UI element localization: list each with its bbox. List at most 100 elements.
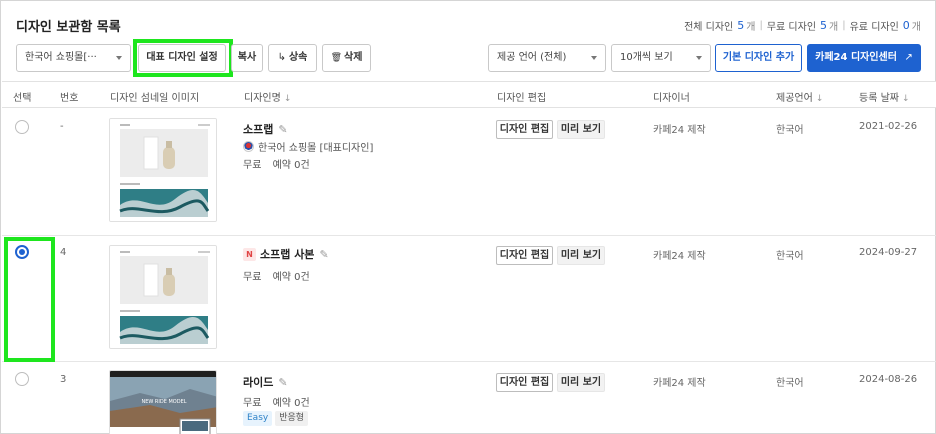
design-mall-text: 한국어 쇼핑몰 [대표디자인] [258, 143, 374, 154]
thumbnail-image: NEW RIDE MODEL [110, 371, 216, 434]
design-edit-button[interactable]: 디자인 편집 [496, 120, 553, 139]
col-language[interactable]: 제공언어 ↓ [776, 89, 823, 104]
count-total-unit: 개 [746, 22, 756, 33]
row-language: 한국어 [776, 251, 804, 262]
row-date: 2021-02-26 [859, 121, 918, 132]
thumbnail-image [110, 246, 216, 348]
design-thumbnail[interactable]: NEW RIDE MODEL [109, 370, 217, 434]
delete-button[interactable]: 🗑 삭제 [322, 44, 371, 72]
sort-icon: ↓ [901, 94, 910, 104]
thumbnail-hero-text: NEW RIDE MODEL [141, 399, 186, 405]
count-free-unit: 개 [829, 22, 839, 33]
row-number: - [60, 121, 64, 132]
edit-name-pencil-icon[interactable]: ✎ [278, 123, 287, 136]
edit-name-pencil-icon[interactable]: ✎ [278, 376, 287, 389]
design-edit-button[interactable]: 디자인 편집 [496, 246, 553, 265]
preview-button[interactable]: 미리 보기 [557, 373, 605, 392]
highlight-box-set-default [133, 39, 233, 77]
korea-flag-icon [243, 141, 254, 152]
sort-icon: ↓ [283, 94, 292, 104]
edit-name-pencil-icon[interactable]: ✎ [319, 248, 328, 261]
count-total-value: 5 [737, 19, 745, 32]
row-select-radio[interactable] [15, 372, 29, 386]
design-price-info: 무료 예약 0건 [243, 156, 310, 171]
design-tags: Easy 반응형 [243, 411, 311, 426]
design-counts: 전체 디자인 5 개 | 무료 디자인 5 개 | 유료 디자인 0 개 [684, 18, 921, 33]
inherit-button[interactable]: ↳ 상속 [268, 44, 317, 72]
count-paid-label: 유료 디자인 [849, 22, 899, 33]
row-date: 2024-08-26 [859, 374, 918, 385]
preview-button[interactable]: 미리 보기 [557, 246, 605, 265]
design-reservation: 예약 0건 [272, 272, 310, 283]
tag-responsive: 반응형 [275, 411, 309, 426]
count-free-value: 5 [820, 19, 828, 32]
design-price: 무료 [243, 398, 262, 409]
copy-button[interactable]: 복사 [231, 44, 263, 72]
count-free-label: 무료 디자인 [766, 22, 817, 33]
row-number: 3 [60, 374, 67, 385]
design-price-info: 무료 예약 0건 [243, 394, 310, 409]
col-number: 번호 [60, 93, 79, 104]
count-paid-unit: 개 [911, 22, 921, 33]
design-name: 라이드 ✎ [243, 374, 288, 390]
language-select-value: 제공 언어 (전체) [497, 52, 567, 63]
row-designer: 카페24 제작 [653, 125, 706, 136]
sort-icon: ↓ [815, 94, 824, 104]
table-header: 선택 번호 디자인 섬네일 이미지 디자인명 ↓ 디자인 편집 디자이너 제공언어… [2, 81, 936, 108]
count-total-label: 전체 디자인 [684, 22, 734, 33]
language-select[interactable]: 제공 언어 (전체) [488, 44, 606, 72]
row-number: 4 [60, 247, 67, 258]
design-mall-info: 한국어 쇼핑몰 [대표디자인] [243, 139, 373, 154]
design-thumbnail[interactable] [109, 118, 217, 222]
add-basic-design-button[interactable]: 기본 디자인 추가 [715, 44, 802, 72]
table-row: - 소프랩 ✎ 한국어 쇼핑몰 [대표디자인] 무료 예약 0건 디자인 편집 … [2, 109, 936, 236]
col-name-label: 디자인명 [244, 93, 281, 104]
table-row: 4 N 소프랩 사본 ✎ 무료 예약 0건 디자인 편집 미리 보기 카페24 … [2, 237, 936, 362]
mall-select[interactable]: 한국어 쇼핑몰[··· [16, 44, 131, 72]
external-link-icon: ↗ [904, 52, 913, 63]
count-separator: | [759, 20, 763, 31]
col-edit: 디자인 편집 [497, 93, 547, 104]
row-select-radio[interactable] [15, 120, 29, 134]
row-language: 한국어 [776, 378, 804, 389]
delete-label: 삭제 [344, 52, 363, 63]
design-name-text: 소프랩 [243, 123, 274, 136]
col-date[interactable]: 등록 날짜 ↓ [859, 89, 910, 104]
design-storage-panel: 디자인 보관함 목록 전체 디자인 5 개 | 무료 디자인 5 개 | 유료 … [0, 0, 936, 434]
row-date: 2024-09-27 [859, 247, 918, 258]
col-date-label: 등록 날짜 [859, 93, 899, 104]
design-name-text: 소프랩 사본 [260, 248, 315, 261]
inherit-icon: ↳ [277, 52, 286, 63]
col-thumbnail: 디자인 섬네일 이미지 [110, 93, 200, 104]
design-name: N 소프랩 사본 ✎ [243, 246, 329, 262]
design-price-info: 무료 예약 0건 [243, 268, 310, 283]
design-reservation: 예약 0건 [272, 160, 310, 171]
design-reservation: 예약 0건 [272, 398, 310, 409]
per-page-select-value: 10개씩 보기 [620, 52, 673, 63]
design-center-label: 카페24 디자인센터 [815, 52, 897, 63]
new-badge: N [243, 248, 256, 261]
design-name-text: 라이드 [243, 376, 274, 389]
design-thumbnail[interactable] [109, 245, 217, 349]
chevron-down-icon [591, 56, 597, 60]
mall-select-value: 한국어 쇼핑몰[··· [25, 52, 97, 63]
count-separator: | [842, 20, 846, 31]
design-center-button[interactable]: 카페24 디자인센터 ↗ [807, 44, 921, 72]
col-designer: 디자이너 [653, 93, 690, 104]
tag-easy: Easy [243, 411, 273, 426]
page-title: 디자인 보관함 목록 [16, 20, 121, 35]
row-designer: 카페24 제작 [653, 251, 706, 262]
preview-button[interactable]: 미리 보기 [557, 120, 605, 139]
per-page-select[interactable]: 10개씩 보기 [611, 44, 711, 72]
highlight-box-selected-radio [4, 237, 55, 362]
col-language-label: 제공언어 [776, 93, 813, 104]
row-language: 한국어 [776, 125, 804, 136]
row-designer: 카페24 제작 [653, 378, 706, 389]
inherit-label: 상속 [288, 52, 308, 63]
trash-icon: 🗑 [330, 53, 343, 63]
table-row: 3 NEW RIDE MODEL 라이드 ✎ 무료 예약 0건 Easy 반응형 디… [2, 363, 936, 434]
col-name[interactable]: 디자인명 ↓ [244, 89, 291, 104]
design-edit-button[interactable]: 디자인 편집 [496, 373, 553, 392]
design-price: 무료 [243, 160, 262, 171]
thumbnail-image [110, 119, 216, 221]
